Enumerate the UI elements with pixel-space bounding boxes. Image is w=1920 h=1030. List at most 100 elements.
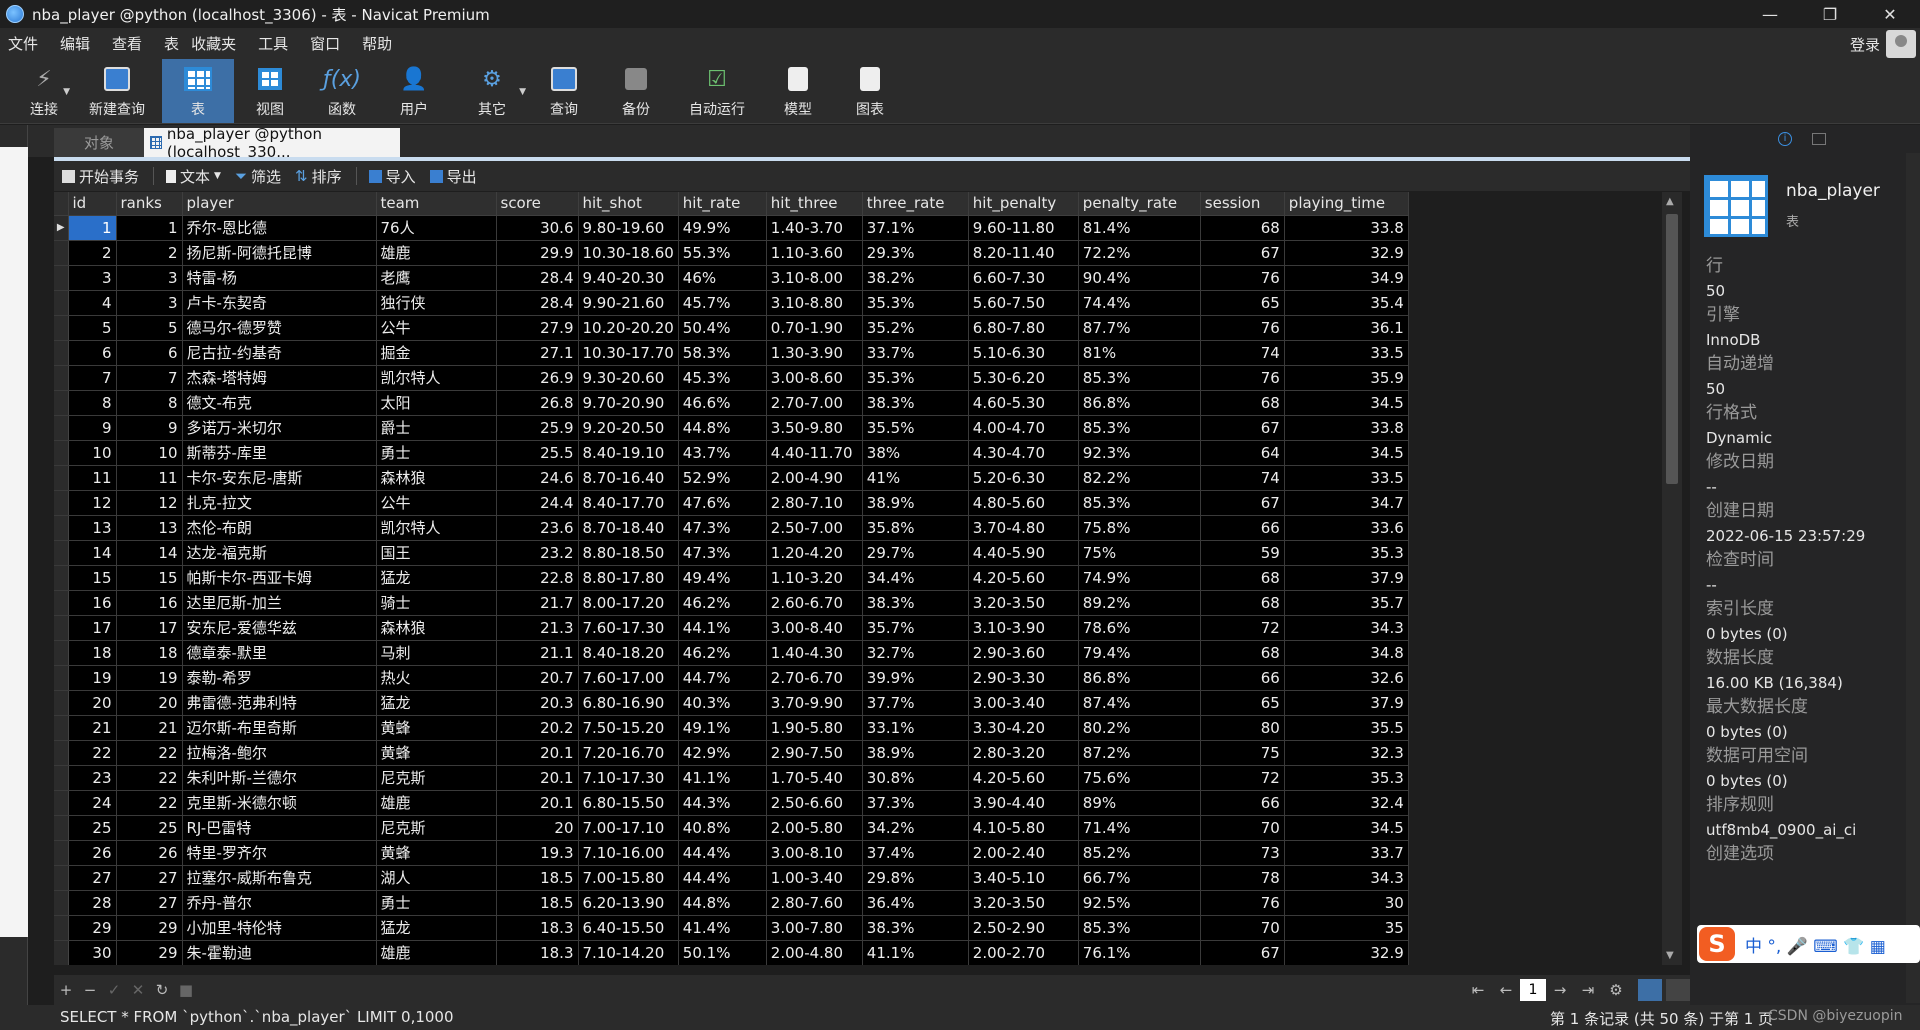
- menu-tools[interactable]: 工具: [250, 33, 302, 54]
- cell-playing_time[interactable]: 33.7: [1284, 840, 1409, 866]
- table-row[interactable]: 10 10 斯蒂芬-库里 勇士 25.5 8.40-19.10 43.7% 4.40-11.7…: [54, 440, 1409, 466]
- cell-penalty_rate[interactable]: 74.4%: [1078, 290, 1201, 316]
- cell-hit_rate[interactable]: 44.3%: [678, 790, 767, 816]
- cell-team[interactable]: 公牛: [376, 490, 497, 516]
- info-icon[interactable]: i: [1778, 132, 1792, 146]
- cell-hit_rate[interactable]: 58.3%: [678, 340, 767, 366]
- column-header[interactable]: hit_three: [766, 192, 863, 216]
- cell-player[interactable]: 达里厄斯-加兰: [182, 590, 377, 616]
- cell-score[interactable]: 24.6: [496, 465, 579, 491]
- cell-hit_three[interactable]: 2.90-7.50: [766, 740, 863, 766]
- cell-penalty_rate[interactable]: 80.2%: [1078, 715, 1201, 741]
- table-row[interactable]: 13 13 杰伦-布朗 凯尔特人 23.6 8.70-18.40 47.3% 2.50-7.0…: [54, 515, 1409, 541]
- cell-hit_shot[interactable]: 9.70-20.90: [578, 390, 679, 416]
- cell-player[interactable]: 克里斯-米德尔顿: [182, 790, 377, 816]
- table-row[interactable]: 9 9 多诺万-米切尔 爵士 25.9 9.20-20.50 44.8% 3.50-9.80 3…: [54, 415, 1409, 441]
- cell-score[interactable]: 26.9: [496, 365, 579, 391]
- column-header[interactable]: hit_penalty: [968, 192, 1079, 216]
- cell-id[interactable]: 23: [68, 765, 117, 791]
- cell-session[interactable]: 72: [1200, 765, 1285, 791]
- first-page-button[interactable]: ⇤: [1464, 981, 1492, 999]
- cell-three_rate[interactable]: 33.1%: [862, 715, 969, 741]
- cell-player[interactable]: 迈尔斯-布里奇斯: [182, 715, 377, 741]
- cell-hit_three[interactable]: 1.40-4.30: [766, 640, 863, 666]
- cell-hit_penalty[interactable]: 6.80-7.80: [968, 315, 1079, 341]
- cell-score[interactable]: 23.2: [496, 540, 579, 566]
- cell-session[interactable]: 76: [1200, 265, 1285, 291]
- cell-penalty_rate[interactable]: 71.4%: [1078, 815, 1201, 841]
- cell-ranks[interactable]: 29: [116, 915, 183, 941]
- cell-three_rate[interactable]: 38.3%: [862, 915, 969, 941]
- cell-team[interactable]: 老鹰: [376, 265, 497, 291]
- cell-hit_rate[interactable]: 47.6%: [678, 490, 767, 516]
- cell-player[interactable]: 泰勒-希罗: [182, 665, 377, 691]
- cell-playing_time[interactable]: 33.8: [1284, 415, 1409, 441]
- menu-favorites[interactable]: 收藏夹: [183, 33, 250, 54]
- cell-playing_time[interactable]: 34.5: [1284, 390, 1409, 416]
- row-marker[interactable]: [54, 940, 69, 965]
- cell-hit_penalty[interactable]: 2.50-2.90: [968, 915, 1079, 941]
- cell-hit_penalty[interactable]: 3.20-3.50: [968, 590, 1079, 616]
- cell-hit_penalty[interactable]: 3.70-4.80: [968, 515, 1079, 541]
- next-page-button[interactable]: →: [1546, 981, 1574, 999]
- cell-session[interactable]: 59: [1200, 540, 1285, 566]
- cell-penalty_rate[interactable]: 81%: [1078, 340, 1201, 366]
- cell-hit_shot[interactable]: 7.10-17.30: [578, 765, 679, 791]
- cell-hit_three[interactable]: 2.00-4.90: [766, 465, 863, 491]
- cell-score[interactable]: 21.3: [496, 615, 579, 641]
- cell-id[interactable]: 20: [68, 690, 117, 716]
- cell-penalty_rate[interactable]: 85.3%: [1078, 915, 1201, 941]
- cell-hit_shot[interactable]: 8.80-17.80: [578, 565, 679, 591]
- cell-hit_rate[interactable]: 44.8%: [678, 890, 767, 916]
- cell-hit_three[interactable]: 2.70-7.00: [766, 390, 863, 416]
- scroll-up-icon[interactable]: ▲: [1666, 196, 1674, 207]
- cell-id[interactable]: 9: [68, 415, 117, 441]
- cell-player[interactable]: RJ-巴雷特: [182, 815, 377, 841]
- cell-score[interactable]: 20.2: [496, 715, 579, 741]
- cell-team[interactable]: 公牛: [376, 315, 497, 341]
- cell-score[interactable]: 20.3: [496, 690, 579, 716]
- row-marker[interactable]: [54, 790, 69, 816]
- cell-playing_time[interactable]: 35.4: [1284, 290, 1409, 316]
- cell-hit_shot[interactable]: 6.80-15.50: [578, 790, 679, 816]
- row-marker[interactable]: [54, 315, 69, 341]
- cell-id[interactable]: 13: [68, 515, 117, 541]
- table-row[interactable]: 6 6 尼古拉-约基奇 掘金 27.1 10.30-17.70 58.3% 1.30-3.90…: [54, 340, 1409, 366]
- cell-session[interactable]: 74: [1200, 340, 1285, 366]
- cell-score[interactable]: 20.1: [496, 765, 579, 791]
- cell-player[interactable]: 德章泰-默里: [182, 640, 377, 666]
- export-button[interactable]: 导出: [429, 166, 477, 187]
- cell-playing_time[interactable]: 32.3: [1284, 740, 1409, 766]
- cell-team[interactable]: 掘金: [376, 340, 497, 366]
- row-marker[interactable]: [54, 865, 69, 891]
- cell-session[interactable]: 80: [1200, 715, 1285, 741]
- cell-three_rate[interactable]: 35.2%: [862, 315, 969, 341]
- cell-id[interactable]: 25: [68, 815, 117, 841]
- cell-penalty_rate[interactable]: 75.8%: [1078, 515, 1201, 541]
- cell-player[interactable]: 杰森-塔特姆: [182, 365, 377, 391]
- cell-hit_penalty[interactable]: 5.60-7.50: [968, 290, 1079, 316]
- row-marker[interactable]: [54, 765, 69, 791]
- cell-hit_penalty[interactable]: 2.90-3.60: [968, 640, 1079, 666]
- cell-three_rate[interactable]: 30.8%: [862, 765, 969, 791]
- cell-team[interactable]: 黄蜂: [376, 840, 497, 866]
- table-row[interactable]: 19 19 泰勒-希罗 热火 20.7 7.60-17.00 44.7% 2.70-6.70 3…: [54, 665, 1409, 691]
- row-marker[interactable]: [54, 415, 69, 441]
- ddl-icon[interactable]: [1812, 133, 1826, 145]
- table-row[interactable]: 11 11 卡尔-安东尼-唐斯 森林狼 24.6 8.70-16.40 52.9% 2.00-…: [54, 465, 1409, 491]
- cell-player[interactable]: 朱-霍勒迪: [182, 940, 377, 965]
- table-row[interactable]: ▶ 1 1 乔尔-恩比德 76人 30.6 9.80-19.60 49.9% 1.40-3.70…: [54, 215, 1409, 241]
- cell-penalty_rate[interactable]: 78.6%: [1078, 615, 1201, 641]
- cell-hit_penalty[interactable]: 9.60-11.80: [968, 215, 1079, 241]
- cell-playing_time[interactable]: 33.5: [1284, 465, 1409, 491]
- cell-hit_three[interactable]: 1.70-5.40: [766, 765, 863, 791]
- cell-player[interactable]: 尼古拉-约基奇: [182, 340, 377, 366]
- cell-hit_three[interactable]: 3.10-8.00: [766, 265, 863, 291]
- cell-hit_penalty[interactable]: 4.20-5.60: [968, 565, 1079, 591]
- cell-team[interactable]: 森林狼: [376, 465, 497, 491]
- cell-ranks[interactable]: 2: [116, 240, 183, 266]
- cell-hit_penalty[interactable]: 3.40-5.10: [968, 865, 1079, 891]
- chevron-down-icon[interactable]: ▼: [519, 87, 526, 97]
- cell-hit_rate[interactable]: 44.4%: [678, 840, 767, 866]
- cell-hit_rate[interactable]: 49.4%: [678, 565, 767, 591]
